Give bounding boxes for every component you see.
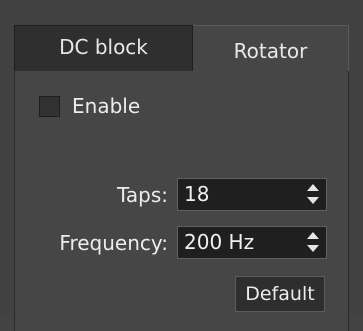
rotator-panel: Enable Taps: 18 Frequency: 200 Hz Defaul… [14, 71, 349, 331]
tab-rotator[interactable]: Rotator [193, 25, 349, 71]
taps-spinbox[interactable]: 18 [177, 178, 327, 211]
spin-down-icon[interactable] [307, 245, 319, 252]
dialog-frame: DC block Rotator Enable Taps: 18 Frequen… [0, 0, 363, 331]
tab-dc-block-label: DC block [59, 34, 148, 59]
tab-bar: DC block Rotator [14, 25, 349, 72]
frequency-spinbox[interactable]: 200 Hz [177, 226, 327, 259]
default-button-label: Default [245, 283, 315, 305]
taps-label: Taps: [116, 183, 168, 207]
tab-dc-block[interactable]: DC block [14, 25, 193, 71]
enable-label: Enable [72, 94, 141, 118]
tab-rotator-label: Rotator [233, 38, 308, 63]
spin-up-icon[interactable] [307, 232, 319, 239]
enable-checkbox-row[interactable]: Enable [39, 94, 140, 118]
spin-up-icon[interactable] [307, 184, 319, 191]
spin-down-icon[interactable] [307, 197, 319, 204]
enable-checkbox[interactable] [39, 95, 60, 117]
frequency-label: Frequency: [59, 231, 168, 255]
frequency-spin-arrows[interactable] [306, 231, 320, 255]
frequency-value[interactable]: 200 Hz [184, 230, 254, 254]
taps-value[interactable]: 18 [184, 182, 209, 206]
taps-spin-arrows[interactable] [306, 183, 320, 207]
default-button[interactable]: Default [235, 276, 325, 312]
